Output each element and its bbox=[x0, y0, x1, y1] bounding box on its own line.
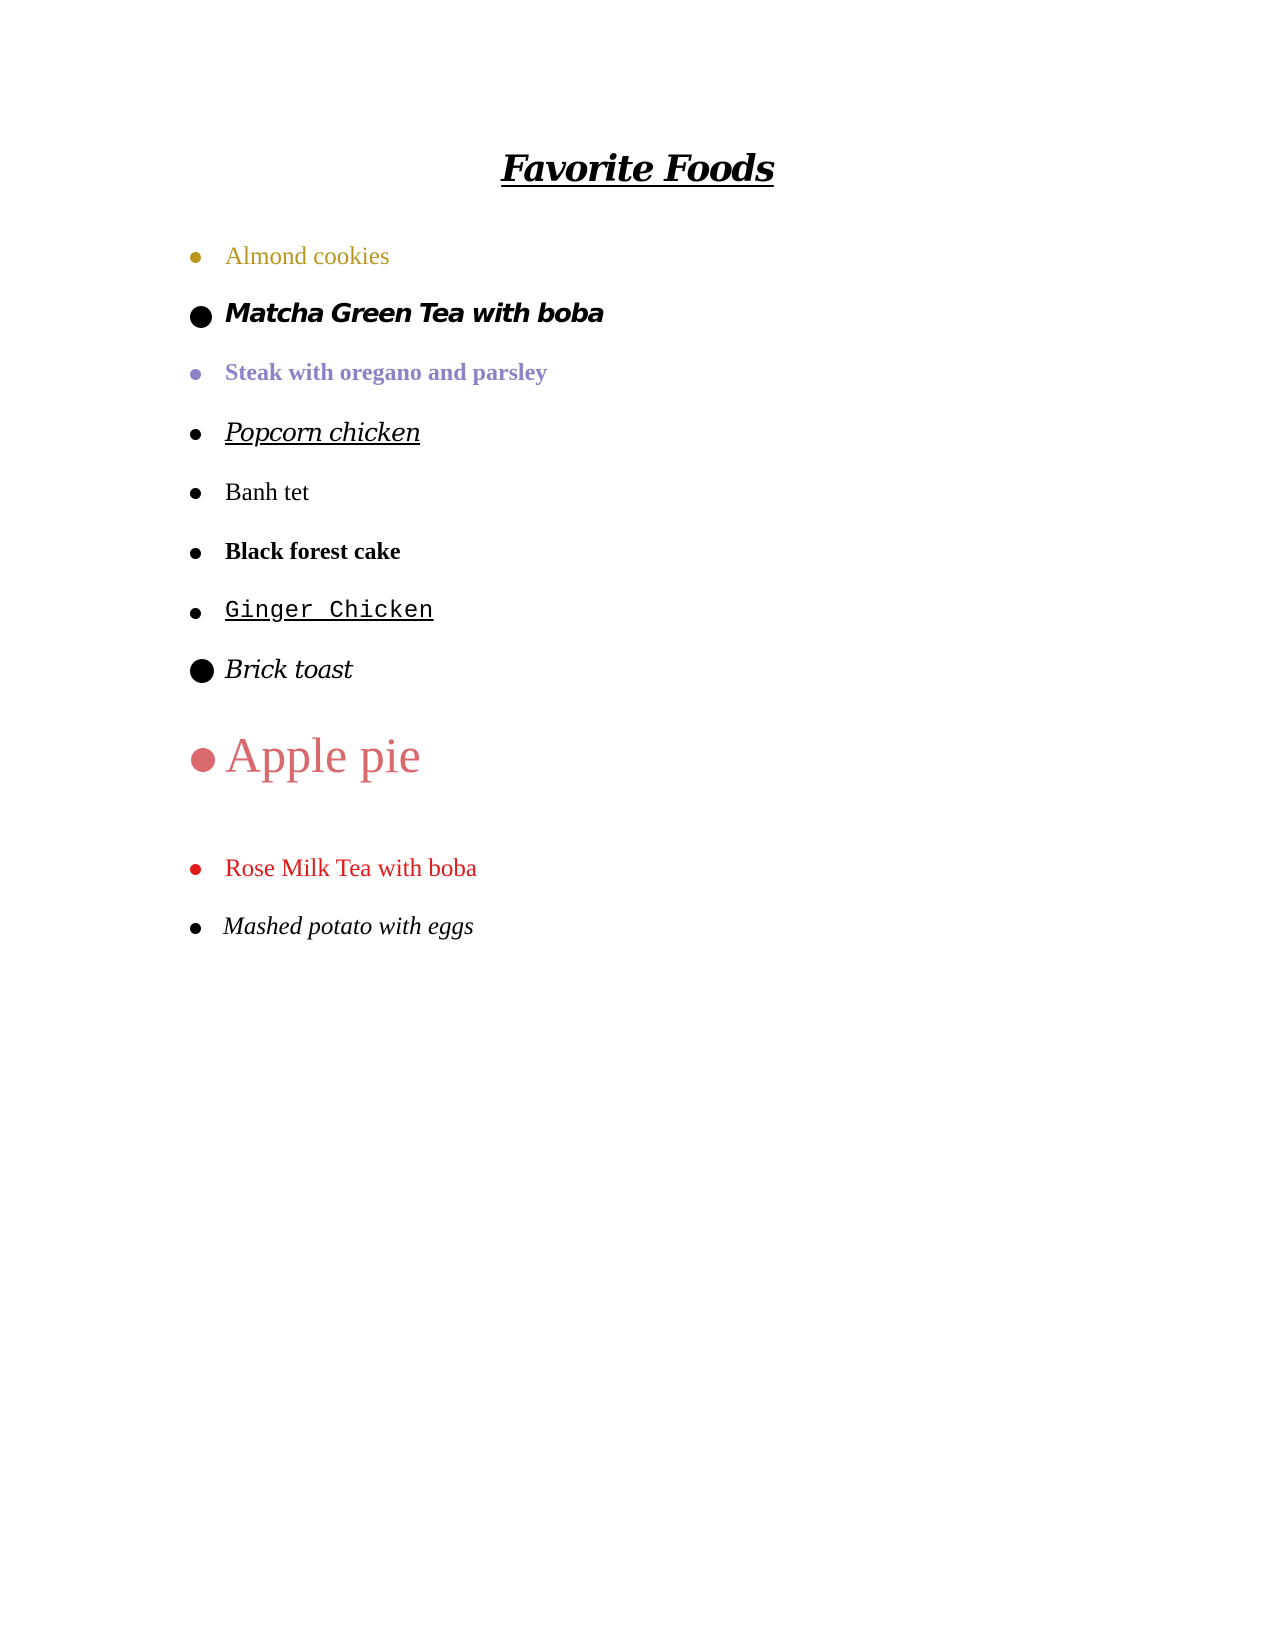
bullet-icon bbox=[190, 369, 201, 380]
list-item: Mashed potato with eggs bbox=[0, 909, 1000, 949]
list-item-label: Mashed potato with eggs bbox=[223, 913, 474, 940]
list-item: Almond cookies bbox=[0, 238, 1000, 278]
list-item-label: Brick toast bbox=[225, 655, 353, 684]
page-title: Favorite Foods bbox=[501, 148, 775, 190]
list-item: Popcorn chicken bbox=[0, 415, 1000, 455]
bullet-icon bbox=[190, 429, 201, 440]
list-item-label: Popcorn chicken bbox=[225, 418, 421, 447]
list-item: Brick toast bbox=[0, 652, 1000, 692]
bullet-icon bbox=[191, 748, 215, 772]
bullet-icon bbox=[190, 488, 201, 499]
list-item: Banh tet bbox=[0, 474, 1000, 514]
list-item-label: Steak with oregano and parsley bbox=[225, 360, 548, 386]
list-item-label: Black forest cake bbox=[225, 539, 401, 565]
bullet-icon bbox=[190, 548, 201, 559]
document-page: Favorite Foods Almond cookies Matcha Gre… bbox=[0, 0, 1275, 1650]
list-item: Apple pie bbox=[0, 730, 1000, 800]
list-item: Steak with oregano and parsley bbox=[0, 355, 1000, 395]
list-item: Rose Milk Tea with boba bbox=[0, 850, 1000, 890]
list-item-label: Ginger Chicken bbox=[225, 598, 434, 625]
list-item-label: Banh tet bbox=[225, 479, 310, 506]
bullet-icon bbox=[190, 923, 201, 934]
bullet-icon bbox=[190, 659, 214, 683]
bullet-icon bbox=[190, 252, 201, 263]
bullet-icon bbox=[190, 864, 201, 875]
list-item-label: Almond cookies bbox=[225, 243, 390, 270]
list-item-label: Matcha Green Tea with boba bbox=[225, 299, 605, 329]
list-item: Matcha Green Tea with boba bbox=[0, 296, 1000, 336]
list-item: Black forest cake bbox=[0, 534, 1000, 574]
bullet-icon bbox=[190, 306, 212, 328]
bullet-icon bbox=[190, 608, 201, 619]
list-item-label: Apple pie bbox=[225, 727, 421, 783]
list-item-label: Rose Milk Tea with boba bbox=[225, 855, 477, 882]
list-item: Ginger Chicken bbox=[0, 594, 1000, 634]
